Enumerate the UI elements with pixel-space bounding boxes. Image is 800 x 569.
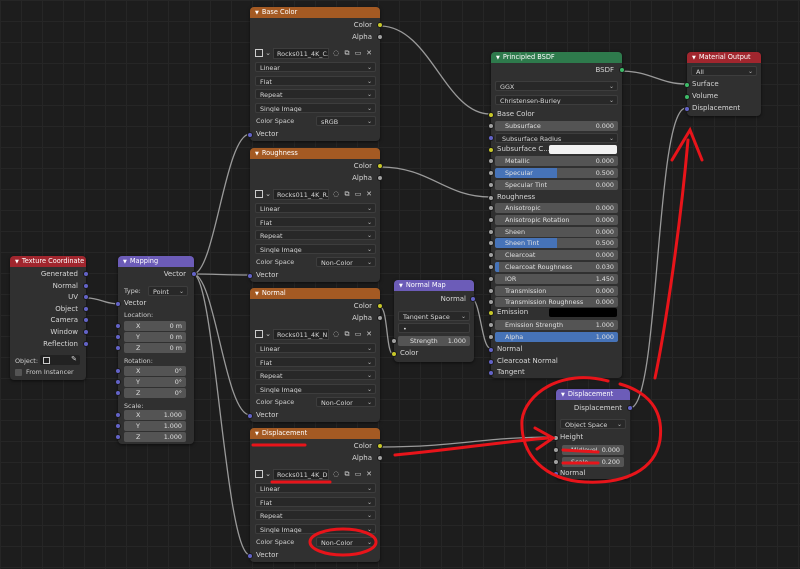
annotation-arrow-to-output bbox=[653, 126, 704, 380]
red-annotations bbox=[251, 126, 704, 557]
annotation-circle-colorspace bbox=[308, 527, 378, 557]
annotation-circle-displacement bbox=[520, 376, 663, 484]
annotation-underline-midlevel bbox=[561, 448, 600, 454]
